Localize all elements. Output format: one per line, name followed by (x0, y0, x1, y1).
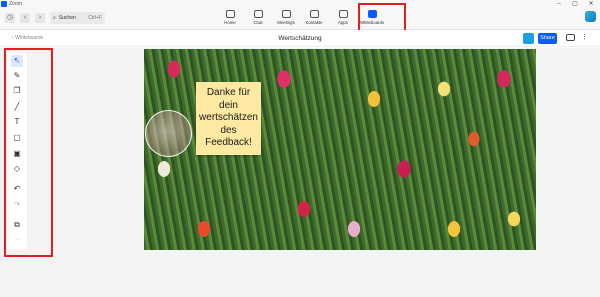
history-icon[interactable]: ◷ (5, 13, 15, 23)
share-button[interactable]: Share (538, 33, 557, 44)
nav-contacts[interactable]: Kontakte (299, 10, 329, 28)
sticky-note[interactable]: Danke für dein wertschätzen des Feedback… (196, 82, 261, 155)
title-bar: Zoom – ▢ ✕ (0, 0, 600, 8)
whiteboard-header: ‹ Whiteboards Wertschätzung Share ⋮ (0, 30, 600, 47)
back-arrow-icon[interactable]: ‹ (20, 13, 30, 23)
sticky-note-text: Danke für dein wertschätzen des Feedback… (199, 87, 258, 149)
close-button[interactable]: ✕ (584, 0, 598, 8)
magnifier-lens (145, 110, 192, 157)
page-title[interactable]: Wertschätzung (0, 34, 600, 43)
avatar[interactable] (585, 11, 596, 22)
home-icon (225, 10, 235, 18)
search-label: Suchen (58, 15, 76, 21)
undo-icon[interactable]: ↶ (11, 183, 23, 195)
contacts-icon (309, 10, 319, 18)
apps-icon (338, 10, 348, 18)
maximize-button[interactable]: ▢ (568, 0, 582, 8)
more-tools-icon[interactable]: ··· (11, 234, 23, 246)
minimize-button[interactable]: – (552, 0, 566, 8)
zoom-logo-icon (1, 1, 7, 7)
search-shortcut: Ctrl+F (88, 15, 102, 21)
layers-icon[interactable]: ⧉ (11, 219, 23, 231)
search-input[interactable]: ⌕ Suchen Ctrl+F (50, 12, 105, 24)
nav-apps[interactable]: Apps (328, 10, 358, 28)
nav-whiteboards[interactable]: Whiteboards (357, 10, 387, 28)
image-tool-icon[interactable]: ▣ (11, 148, 23, 160)
nav-meetings[interactable]: Meetings (271, 10, 301, 28)
eraser-tool-icon[interactable]: ◇ (11, 163, 23, 175)
redo-icon[interactable]: ↷ (11, 199, 23, 211)
shapes-tool-icon[interactable]: ❐ (11, 85, 23, 97)
line-tool-icon[interactable]: ╱ (11, 101, 23, 113)
meetings-icon (281, 10, 291, 18)
chat-icon (253, 10, 263, 18)
nav-chat[interactable]: Chat (243, 10, 273, 28)
search-icon: ⌕ (53, 15, 56, 21)
app-name: Zoom (9, 1, 22, 7)
more-options-icon[interactable]: ⋮ (581, 33, 588, 42)
whiteboards-icon (367, 10, 377, 18)
left-toolbar: ↖ ✎ ❐ ╱ T ▢ ▣ ◇ ↶ ↷ ⧉ ··· (7, 52, 27, 250)
pen-tool-icon[interactable]: ✎ (11, 70, 23, 82)
text-tool-icon[interactable]: T (11, 116, 23, 128)
select-tool-icon[interactable]: ↖ (11, 55, 23, 67)
forward-arrow-icon[interactable]: › (35, 13, 45, 23)
comment-icon[interactable] (566, 34, 575, 41)
top-navigation-bar: ◷ ‹ › ⌕ Suchen Ctrl+F Home Chat Meetings… (0, 8, 600, 30)
sticky-note-tool-icon[interactable]: ▢ (11, 132, 23, 144)
template-icon[interactable] (523, 33, 534, 44)
nav-home[interactable]: Home (215, 10, 245, 28)
